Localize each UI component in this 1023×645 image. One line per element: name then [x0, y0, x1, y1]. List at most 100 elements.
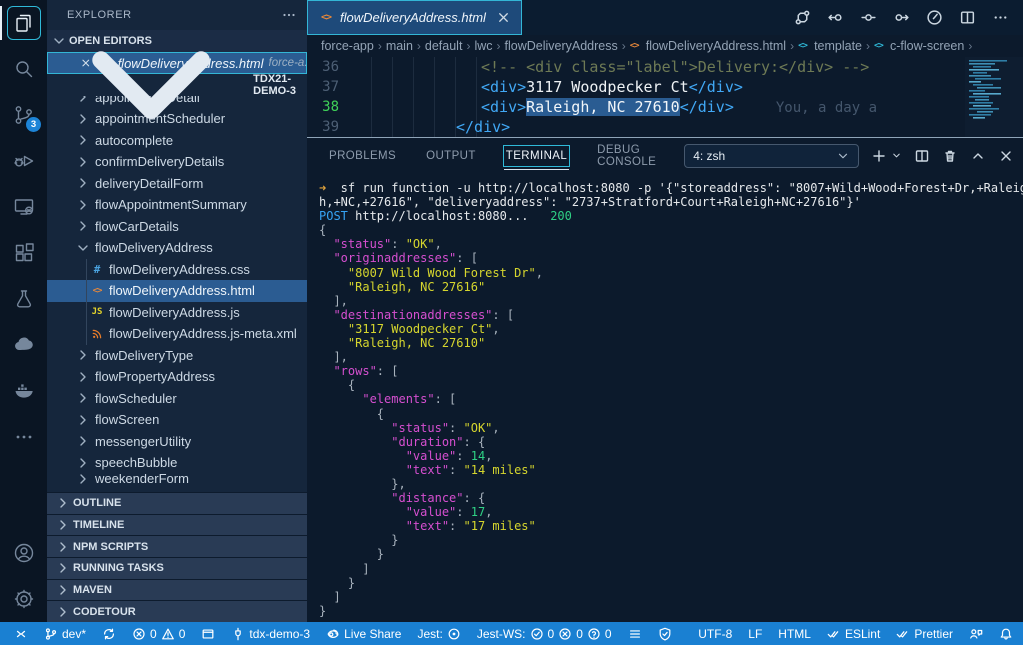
breadcrumb-item-main[interactable]: main — [386, 39, 413, 53]
panel-tab-problems[interactable]: PROBLEMS — [327, 146, 398, 166]
section-npm-scripts[interactable]: NPM SCRIPTS — [47, 535, 307, 557]
tree-folder-flowDeliveryAddress[interactable]: flowDeliveryAddress — [47, 237, 307, 259]
section-timeline[interactable]: TIMELINE — [47, 514, 307, 536]
panel-tab-debug-console[interactable]: DEBUG CONSOLE — [595, 140, 658, 172]
sidebar-more-actions-icon[interactable] — [281, 7, 297, 23]
terminal-token: http://localhost:8080... — [348, 209, 550, 223]
tree-folder-flowPropertyAddress[interactable]: flowPropertyAddress — [47, 366, 307, 388]
code-editor[interactable]: 36<!-- <div class="label">Delivery:</div… — [307, 57, 1023, 137]
statusbar-jest[interactable]: Jest: — [417, 627, 460, 641]
activity-bar-item-salesforce-cloud[interactable] — [0, 322, 47, 368]
tab-flowdeliveryaddress-html[interactable]: <> flowDeliveryAddress.html — [307, 0, 522, 35]
tree-folder-speechBubble[interactable]: speechBubble — [47, 452, 307, 474]
tree-folder-weekenderForm[interactable]: weekenderForm — [47, 474, 307, 484]
compare-changes-icon[interactable] — [794, 9, 811, 26]
breadcrumb-item-lwc[interactable]: lwc — [474, 39, 492, 53]
statusbar-notifications[interactable] — [999, 627, 1013, 641]
tree-file-flowDeliveryAddress.css[interactable]: #flowDeliveryAddress.css — [47, 259, 307, 281]
terminal-token: "duration" — [319, 435, 464, 449]
statusbar-sync[interactable] — [102, 627, 116, 641]
tree-folder-flowScheduler[interactable]: flowScheduler — [47, 388, 307, 410]
question-circle-icon — [587, 627, 601, 641]
tree-file-flowDeliveryAddress.js-meta.xml[interactable]: flowDeliveryAddress.js-meta.xml — [47, 323, 307, 345]
activity-bar-item-test-flask[interactable] — [0, 276, 47, 322]
html-file-icon: <> — [630, 40, 643, 53]
panel-tab-terminal[interactable]: TERMINAL — [504, 146, 569, 166]
tree-folder-flowDeliveryType[interactable]: flowDeliveryType — [47, 345, 307, 367]
statusbar-eslint[interactable]: ESLint — [827, 627, 880, 641]
code-content: <div>3117 Woodpecker Ct</div> — [355, 78, 743, 96]
activity-bar-item-extensions[interactable] — [0, 230, 47, 276]
section-codetour[interactable]: CODETOUR — [47, 600, 307, 622]
breadcrumb-item-flowDeliveryAddress.html[interactable]: <>flowDeliveryAddress.html — [630, 39, 786, 53]
code-token: 3117 Woodpecker Ct — [526, 78, 689, 96]
breadcrumb-item-force-app[interactable]: force-app — [321, 39, 374, 53]
statusbar-live-share[interactable]: Live Share — [326, 627, 401, 641]
code-line-38: 38<div>Raleigh, NC 27610</div>You, a day… — [307, 97, 1023, 117]
breadcrumb-item-template[interactable]: <>template — [798, 39, 862, 53]
split-editor-icon[interactable] — [959, 9, 976, 26]
terminal-token: } — [319, 547, 384, 561]
statusbar-language-mode[interactable]: HTML — [778, 627, 811, 641]
breadcrumb-item-flowDeliveryAddress[interactable]: flowDeliveryAddress — [505, 39, 618, 53]
activity-bar-item-remote-explorer[interactable] — [0, 184, 47, 230]
minimap[interactable] — [965, 57, 1023, 137]
statusbar-default-org[interactable]: tdx-demo-3 — [231, 627, 310, 641]
menu-icon — [628, 627, 642, 641]
activity-bar-item-account[interactable] — [0, 530, 47, 576]
panel-tab-output[interactable]: OUTPUT — [424, 146, 478, 166]
activity-bar-item-docker[interactable] — [0, 368, 47, 414]
current-change-icon[interactable] — [860, 9, 877, 26]
activity-bar-item-more[interactable] — [0, 414, 47, 460]
tree-folder-flowAppointmentSummary[interactable]: flowAppointmentSummary — [47, 194, 307, 216]
statusbar-encoding[interactable]: UTF-8 — [698, 627, 732, 641]
statusbar-prettier[interactable]: Prettier — [896, 627, 953, 641]
section-outline[interactable]: OUTLINE — [47, 492, 307, 514]
project-root-header[interactable]: TDX21-DEMO-3 — [47, 74, 307, 96]
add-dropdown-chevron-icon[interactable] — [891, 150, 902, 161]
tree-folder-messengerUtility[interactable]: messengerUtility — [47, 431, 307, 453]
statusbar-shield[interactable] — [658, 627, 672, 641]
terminal-token: "value" — [319, 505, 456, 519]
terminal-token: : — [391, 237, 405, 251]
terminal-token: }, — [319, 477, 406, 491]
terminal-output[interactable]: ➜ sf run function -u http://localhost:80… — [307, 173, 1023, 622]
statusbar-git-branch[interactable]: dev* — [44, 627, 86, 641]
account-icon — [12, 541, 36, 565]
tree-file-flowDeliveryAddress.html[interactable]: <>flowDeliveryAddress.html — [47, 280, 307, 302]
statusbar-problems[interactable]: 00 — [132, 627, 185, 641]
activity-bar-item-search[interactable] — [0, 46, 47, 92]
maximize-panel-icon[interactable] — [970, 148, 986, 164]
breadcrumb-item-default[interactable]: default — [425, 39, 463, 53]
activity-bar-item-settings[interactable] — [0, 576, 47, 622]
activity-bar-item-run-debug[interactable] — [0, 138, 47, 184]
tree-folder-flowCarDetails[interactable]: flowCarDetails — [47, 216, 307, 238]
close-icon[interactable] — [496, 10, 511, 25]
statusbar-remote-indicator[interactable] — [14, 627, 28, 641]
terminal-selector[interactable]: 4: zsh — [684, 144, 859, 168]
add-terminal-icon[interactable] — [871, 148, 887, 164]
statusbar-editor-layout[interactable] — [201, 627, 215, 641]
terminal-token: ] — [319, 590, 341, 604]
close-panel-icon[interactable] — [998, 148, 1014, 164]
activity-bar-item-source-control[interactable]: 3 — [0, 92, 47, 138]
terminal-line: { — [319, 223, 1023, 237]
tree-item-label: speechBubble — [95, 455, 177, 470]
previous-change-icon[interactable] — [827, 9, 844, 26]
split-terminal-icon[interactable] — [914, 148, 930, 164]
next-change-icon[interactable] — [893, 9, 910, 26]
more-actions-icon[interactable] — [992, 9, 1009, 26]
statusbar-menu[interactable] — [628, 627, 642, 641]
terminal-token: POST — [319, 209, 348, 223]
tree-folder-flowScreen[interactable]: flowScreen — [47, 409, 307, 431]
activity-bar-item-explorer[interactable] — [0, 0, 47, 46]
statusbar-eol[interactable]: LF — [748, 627, 762, 641]
section-running-tasks[interactable]: RUNNING TASKS — [47, 557, 307, 579]
kill-terminal-icon[interactable] — [942, 148, 958, 164]
section-maven[interactable]: MAVEN — [47, 579, 307, 601]
tree-file-flowDeliveryAddress.js[interactable]: JSflowDeliveryAddress.js — [47, 302, 307, 324]
timeline-clock-icon[interactable] — [926, 9, 943, 26]
statusbar-jest-ws[interactable]: Jest-WS:000 — [477, 627, 612, 641]
breadcrumb-item-c-flow-screen[interactable]: <>c-flow-screen — [874, 39, 964, 53]
statusbar-feedback[interactable] — [969, 627, 983, 641]
